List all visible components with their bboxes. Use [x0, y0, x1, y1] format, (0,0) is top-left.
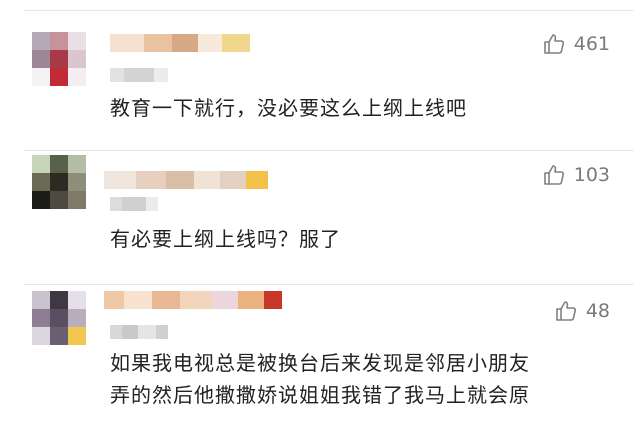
divider	[24, 10, 634, 11]
thumbs-up-icon	[543, 34, 564, 54]
meta-pixel	[122, 197, 146, 211]
avatar-pixel	[68, 327, 86, 345]
timestamp-blurred	[110, 68, 168, 82]
username-blurred[interactable]	[110, 34, 250, 52]
name-pixel	[104, 171, 136, 189]
comment-feed: 461 教育一下就行，没必要这么上纲上线吧 103 有必要上纲上线吗？服了 48…	[0, 0, 634, 428]
comment-text-line: 弄的然后他撒撒娇说姐姐我错了我马上就会原	[110, 383, 530, 407]
name-pixel	[220, 171, 246, 189]
meta-pixel	[110, 68, 124, 82]
avatar-pixel	[50, 50, 68, 68]
like-button[interactable]: 461	[542, 32, 610, 56]
avatar-pixel	[32, 32, 50, 50]
avatar-pixel	[32, 173, 50, 191]
avatar-pixel	[50, 32, 68, 50]
name-pixel	[194, 171, 220, 189]
avatar-pixel	[68, 32, 86, 50]
like-count: 103	[573, 164, 610, 186]
like-count: 48	[585, 300, 610, 322]
avatar-pixel	[68, 155, 86, 173]
timestamp-blurred	[110, 325, 168, 339]
avatar-pixel	[32, 68, 50, 86]
timestamp-blurred	[110, 197, 158, 211]
avatar[interactable]	[32, 32, 86, 86]
avatar-pixel	[50, 309, 68, 327]
name-pixel	[264, 291, 282, 309]
name-pixel	[166, 171, 194, 189]
comment-item: 103 有必要上纲上线吗？服了	[0, 151, 634, 285]
avatar-pixel	[32, 155, 50, 173]
thumbs-up-icon	[543, 165, 564, 185]
thumbs-up-icon	[556, 301, 576, 321]
avatar[interactable]	[32, 291, 86, 345]
avatar-pixel	[68, 191, 86, 209]
name-pixel	[222, 34, 250, 52]
username-blurred[interactable]	[104, 171, 268, 189]
avatar-pixel	[32, 309, 50, 327]
meta-pixel	[124, 68, 154, 82]
comment-text-line: 如果我电视总是被换台后来发现是邻居小朋友	[110, 351, 530, 375]
comment-item: 461 教育一下就行，没必要这么上纲上线吧	[0, 12, 634, 150]
avatar-pixel	[32, 50, 50, 68]
name-pixel	[238, 291, 264, 309]
avatar-pixel	[32, 191, 50, 209]
avatar-pixel	[50, 68, 68, 86]
comment-text: 教育一下就行，没必要这么上纲上线吧	[110, 92, 467, 124]
like-button[interactable]: 103	[542, 163, 610, 187]
name-pixel	[136, 171, 166, 189]
username-blurred[interactable]	[104, 291, 282, 309]
meta-pixel	[138, 325, 156, 339]
avatar-pixel	[68, 309, 86, 327]
name-pixel	[152, 291, 180, 309]
avatar-pixel	[68, 173, 86, 191]
meta-pixel	[146, 197, 158, 211]
like-button[interactable]: 48	[554, 299, 610, 323]
comment-text: 如果我电视总是被换台后来发现是邻居小朋友 弄的然后他撒撒娇说姐姐我错了我马上就会…	[110, 347, 530, 411]
name-pixel	[104, 291, 124, 309]
avatar-pixel	[68, 50, 86, 68]
avatar-pixel	[32, 327, 50, 345]
avatar-pixel	[50, 291, 68, 309]
avatar-pixel	[50, 191, 68, 209]
name-pixel	[180, 291, 212, 309]
avatar[interactable]	[32, 155, 86, 209]
name-pixel	[198, 34, 222, 52]
comment-text-line: 教育一下就行，没必要这么上纲上线吧	[110, 96, 467, 120]
name-pixel	[246, 171, 268, 189]
avatar-pixel	[50, 155, 68, 173]
meta-pixel	[110, 325, 122, 339]
name-pixel	[212, 291, 238, 309]
avatar-pixel	[50, 327, 68, 345]
avatar-pixel	[68, 291, 86, 309]
name-pixel	[110, 34, 144, 52]
comment-item: 48 如果我电视总是被换台后来发现是邻居小朋友 弄的然后他撒撒娇说姐姐我错了我马…	[0, 285, 634, 428]
name-pixel	[172, 34, 198, 52]
avatar-pixel	[32, 291, 50, 309]
name-pixel	[124, 291, 152, 309]
meta-pixel	[154, 68, 168, 82]
meta-pixel	[122, 325, 138, 339]
comment-text: 有必要上纲上线吗？服了	[110, 223, 341, 255]
like-count: 461	[573, 33, 610, 55]
meta-pixel	[110, 197, 122, 211]
comment-text-line: 有必要上纲上线吗？服了	[110, 227, 341, 251]
name-pixel	[144, 34, 172, 52]
avatar-pixel	[50, 173, 68, 191]
avatar-pixel	[68, 68, 86, 86]
meta-pixel	[156, 325, 168, 339]
